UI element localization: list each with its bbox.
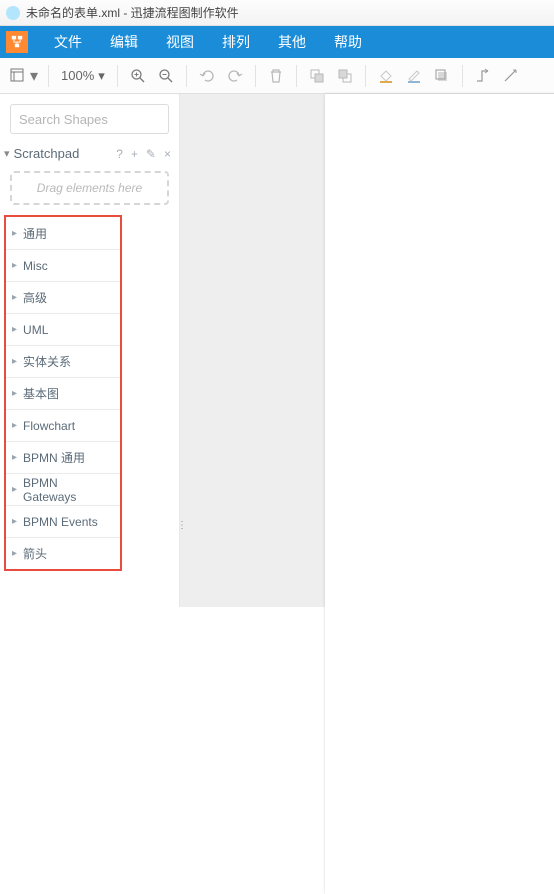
caret-down-icon: ▾ [98,68,105,84]
toolbar: ▾ 100% ▾ [0,58,554,94]
scratchpad-close-icon[interactable]: × [164,147,171,161]
bucket-icon [378,68,394,84]
to-back-button[interactable] [331,62,359,90]
zoom-in-icon [130,68,146,84]
connection-icon [475,68,491,84]
category-label: BPMN Events [23,515,98,529]
category-label: 高级 [23,289,47,306]
undo-icon [199,68,215,84]
shape-category-list: ▸ 通用 ▸ Misc ▸ 高级 ▸ UML ▸ 实体关系 ▸ 基本图 ▸ Flowchart… [4,215,122,571]
delete-button[interactable] [262,62,290,90]
search-input[interactable] [19,112,195,127]
category-bpmn-gateways[interactable]: ▸ BPMN Gateways [6,473,120,505]
category-label: BPMN 通用 [23,449,85,466]
category-label: 实体关系 [23,353,71,370]
toolbar-separator [117,65,118,87]
scratchpad-help-icon[interactable]: ? [116,147,123,161]
category-bpmn-general[interactable]: ▸ BPMN 通用 [6,441,120,473]
scratchpad-edit-icon[interactable]: ✎ [146,147,156,161]
caret-right-icon: ▸ [12,356,17,367]
menu-arrange[interactable]: 排列 [208,32,264,52]
trash-icon [268,68,284,84]
caret-right-icon: ▸ [12,292,17,303]
category-label: 箭头 [23,545,47,562]
page-layout-icon [10,68,26,84]
shadow-icon [434,68,450,84]
splitter-handle[interactable]: ⋮ [177,520,187,531]
caret-right-icon: ▸ [12,516,17,527]
menu-view[interactable]: 视图 [152,32,208,52]
category-basic[interactable]: ▸ 基本图 [6,377,120,409]
search-shapes-box[interactable] [10,104,169,134]
canvas-area[interactable]: ⋮ [180,94,554,607]
category-label: 基本图 [23,385,59,402]
toolbar-separator [365,65,366,87]
to-back-icon [337,68,353,84]
caret-right-icon: ▸ [12,388,17,399]
menu-help[interactable]: 帮助 [320,32,376,52]
redo-icon [227,68,243,84]
caret-down-icon: ▾ [4,147,10,160]
menu-file[interactable]: 文件 [40,32,96,52]
fill-color-button[interactable] [372,62,400,90]
caret-down-icon: ▾ [30,66,38,86]
drawing-page[interactable] [325,94,554,894]
caret-right-icon: ▸ [12,420,17,431]
caret-right-icon: ▸ [12,228,17,239]
zoom-out-button[interactable] [152,62,180,90]
menu-edit[interactable]: 编辑 [96,32,152,52]
redo-button[interactable] [221,62,249,90]
category-arrows[interactable]: ▸ 箭头 [6,537,120,569]
caret-right-icon: ▸ [12,324,17,335]
toolbar-separator [462,65,463,87]
scratchpad-dropzone[interactable]: Drag elements here [10,171,169,205]
zoom-in-button[interactable] [124,62,152,90]
waypoint-button[interactable] [497,62,525,90]
zoom-dropdown[interactable]: 100% ▾ [55,68,111,84]
to-front-icon [309,68,325,84]
pencil-icon [406,68,422,84]
shadow-button[interactable] [428,62,456,90]
category-advanced[interactable]: ▸ 高级 [6,281,120,313]
category-label: UML [23,323,48,337]
window-title: 未命名的表单.xml - 迅捷流程图制作软件 [26,4,239,21]
category-label: Flowchart [23,419,75,433]
category-misc[interactable]: ▸ Misc [6,249,120,281]
category-entity-relation[interactable]: ▸ 实体关系 [6,345,120,377]
zoom-out-icon [158,68,174,84]
toolbar-separator [296,65,297,87]
to-front-button[interactable] [303,62,331,90]
category-uml[interactable]: ▸ UML [6,313,120,345]
dropzone-text: Drag elements here [37,181,142,195]
menubar: 文件 编辑 视图 排列 其他 帮助 [0,26,554,58]
category-general[interactable]: ▸ 通用 [6,217,120,249]
caret-right-icon: ▸ [12,548,17,559]
toolbar-separator [186,65,187,87]
waypoint-icon [503,68,519,84]
toolbar-separator [255,65,256,87]
category-label: BPMN Gateways [23,476,114,504]
caret-right-icon: ▸ [12,484,17,495]
caret-right-icon: ▸ [12,260,17,271]
category-flowchart[interactable]: ▸ Flowchart [6,409,120,441]
caret-right-icon: ▸ [12,452,17,463]
scratchpad-header[interactable]: ▾ Scratchpad ? + ✎ × [0,142,179,165]
scratchpad-label: Scratchpad [14,146,80,161]
app-logo-icon [6,6,20,20]
category-label: 通用 [23,225,47,242]
toolbar-separator [48,65,49,87]
sidebar: ▾ Scratchpad ? + ✎ × Drag elements here … [0,94,180,607]
window-titlebar: 未命名的表单.xml - 迅捷流程图制作软件 [0,0,554,26]
category-bpmn-events[interactable]: ▸ BPMN Events [6,505,120,537]
menu-other[interactable]: 其他 [264,32,320,52]
app-brand-icon[interactable] [6,31,28,53]
zoom-value: 100% [61,68,94,83]
page-layout-button[interactable]: ▾ [6,62,42,90]
undo-button[interactable] [193,62,221,90]
category-label: Misc [23,259,48,273]
connection-button[interactable] [469,62,497,90]
flowchart-icon [10,35,24,49]
line-color-button[interactable] [400,62,428,90]
scratchpad-add-icon[interactable]: + [131,147,138,161]
